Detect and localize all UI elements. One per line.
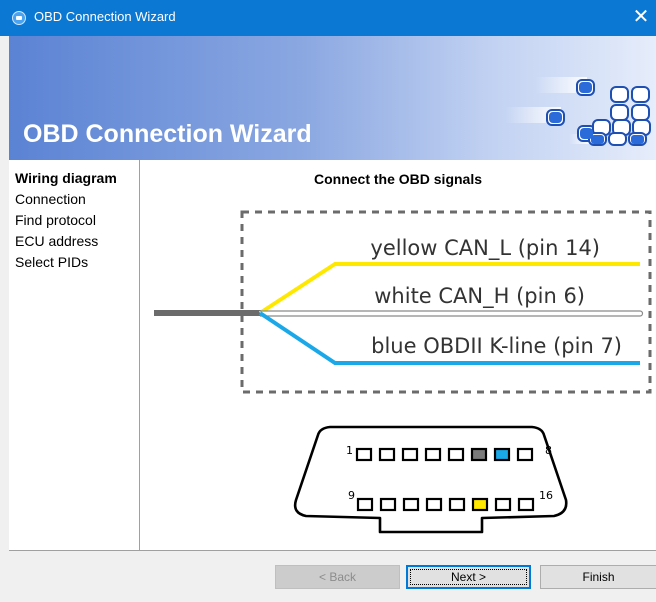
pin-2: [378, 447, 396, 462]
close-icon[interactable]: ✕: [626, 0, 656, 36]
pin-1: [355, 447, 373, 462]
wizard-steps-sidebar: Wiring diagram Connection Find protocol …: [9, 160, 140, 550]
finish-button[interactable]: Finish: [540, 565, 656, 589]
pin-12: [425, 497, 443, 512]
banner-heading: OBD Connection Wizard: [23, 120, 312, 148]
step-wiring-diagram: Wiring diagram: [15, 170, 117, 186]
pin-1-label: 1: [346, 444, 353, 457]
pin-14: [471, 497, 489, 512]
pin-8: [516, 447, 534, 462]
wizard-content: Connect the OBD signals yellow CAN_L (pi…: [140, 160, 656, 550]
obd-app-icon: [12, 11, 26, 25]
pin-4: [424, 447, 442, 462]
pin-5: [447, 447, 465, 462]
pin-10: [379, 497, 397, 512]
step-ecu-address: ECU address: [15, 233, 99, 249]
pin-16: [517, 497, 535, 512]
connector-dots-logo: [505, 77, 651, 146]
pin-8-label: 8: [545, 444, 552, 457]
window-left-edge: [0, 36, 9, 602]
pin-15: [494, 497, 512, 512]
back-button[interactable]: < Back: [275, 565, 400, 589]
pin-7: [493, 447, 511, 462]
pin-6: [470, 447, 488, 462]
pin-13: [448, 497, 466, 512]
white-wire: [260, 310, 644, 317]
step-connection: Connection: [15, 191, 86, 207]
pin-9-label: 9: [348, 489, 355, 502]
yellow-wire-label: yellow CAN_L (pin 14): [370, 236, 600, 261]
window-title: OBD Connection Wizard: [34, 9, 176, 24]
next-button[interactable]: Next >: [406, 565, 531, 589]
step-select-pids: Select PIDs: [15, 254, 89, 270]
white-wire-label: white CAN_H (pin 6): [374, 284, 585, 309]
title-bar: OBD Connection Wizard ✕: [0, 0, 656, 36]
wiring-diagram: yellow CAN_L (pin 14) white CAN_H (pin 6…: [154, 210, 652, 534]
wizard-banner: OBD Connection Wizard: [9, 36, 656, 160]
step-find-protocol: Find protocol: [15, 212, 96, 228]
obd-connector: 1 8 9 16: [293, 425, 568, 534]
pin-3: [401, 447, 419, 462]
blue-wire-label: blue OBDII K-line (pin 7): [371, 334, 622, 358]
focus-rectangle: [410, 569, 527, 585]
pin-16-label: 16: [539, 489, 553, 502]
pin-9: [356, 497, 374, 512]
pin-11: [402, 497, 420, 512]
